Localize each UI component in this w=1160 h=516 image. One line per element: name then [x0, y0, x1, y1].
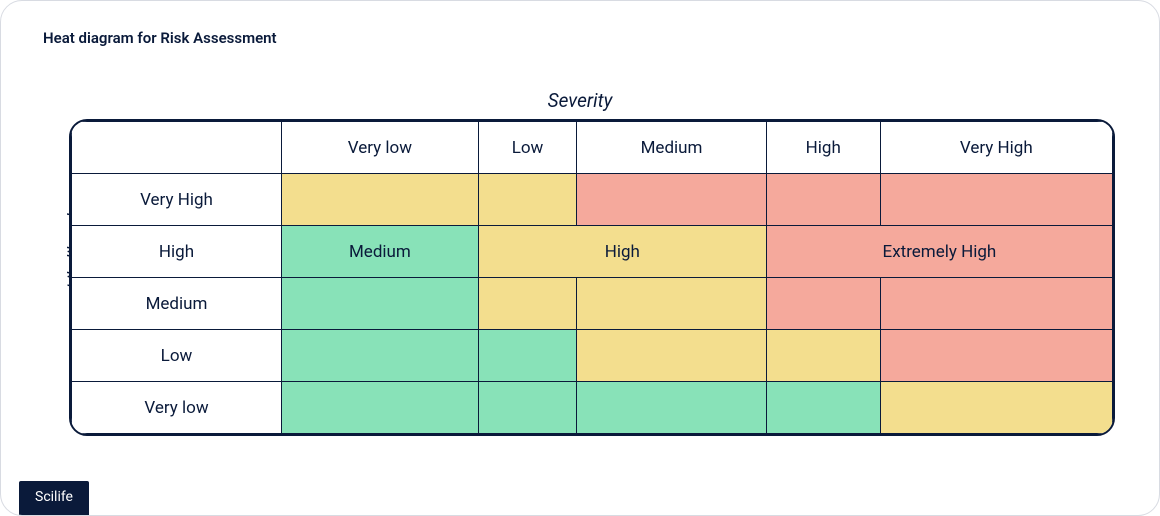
- heat-cell: [478, 382, 576, 434]
- heat-cell: [880, 382, 1112, 434]
- heat-cell: [282, 278, 479, 330]
- col-header: Very low: [282, 122, 479, 174]
- table-row: Very High: [72, 174, 1113, 226]
- heat-cell-legend-red: Extremely High: [766, 226, 1112, 278]
- heat-cell: [577, 382, 767, 434]
- row-header: Low: [72, 330, 282, 382]
- heat-cell: [577, 278, 767, 330]
- heat-cell: [478, 330, 576, 382]
- heat-cell: [880, 330, 1112, 382]
- heat-cell: [577, 330, 767, 382]
- heat-cell: [282, 330, 479, 382]
- heat-cell: [766, 278, 880, 330]
- col-header: Low: [478, 122, 576, 174]
- row-header: High: [72, 226, 282, 278]
- row-header: Very low: [72, 382, 282, 434]
- page-title: Heat diagram for Risk Assessment: [43, 29, 277, 47]
- col-header: Very High: [880, 122, 1112, 174]
- brand-badge: Scilife: [19, 481, 89, 515]
- table-row: Very low: [72, 382, 1113, 434]
- col-header: Medium: [577, 122, 767, 174]
- heat-cell: [880, 174, 1112, 226]
- header-row: Very low Low Medium High Very High: [72, 122, 1113, 174]
- heat-cell: [766, 382, 880, 434]
- heat-cell: [282, 174, 479, 226]
- card-container: Heat diagram for Risk Assessment Severit…: [0, 0, 1160, 516]
- col-header: High: [766, 122, 880, 174]
- heat-cell: [577, 174, 767, 226]
- axis-label-severity: Severity: [1, 89, 1159, 112]
- table-row: High Medium High Extremely High: [72, 226, 1113, 278]
- heatmap-table: Very low Low Medium High Very High Very …: [71, 121, 1113, 434]
- heatmap-grid: Very low Low Medium High Very High Very …: [69, 119, 1115, 436]
- row-header: Medium: [72, 278, 282, 330]
- heat-cell: [282, 382, 479, 434]
- heat-cell: [880, 278, 1112, 330]
- heat-cell: [766, 174, 880, 226]
- heat-cell-legend-green: Medium: [282, 226, 479, 278]
- corner-cell: [72, 122, 282, 174]
- heat-cell: [478, 174, 576, 226]
- row-header: Very High: [72, 174, 282, 226]
- table-row: Medium: [72, 278, 1113, 330]
- heat-cell: [766, 330, 880, 382]
- heat-cell: [478, 278, 576, 330]
- table-row: Low: [72, 330, 1113, 382]
- heat-cell-legend-yellow: High: [478, 226, 766, 278]
